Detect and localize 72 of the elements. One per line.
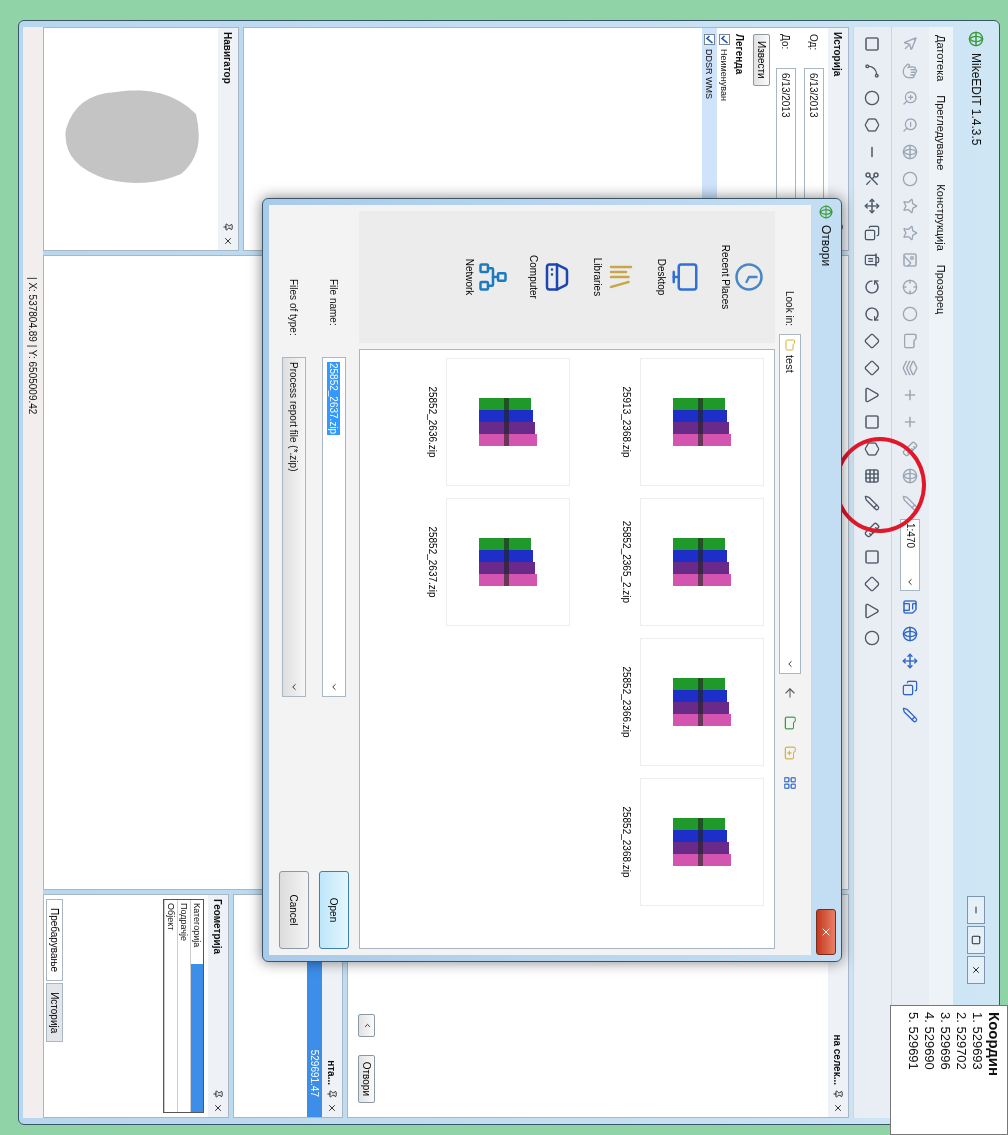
close-icon[interactable] xyxy=(327,1103,337,1113)
caret-icon xyxy=(329,682,339,692)
pin-icon[interactable] xyxy=(223,222,233,232)
place-item[interactable]: Network xyxy=(463,252,509,302)
clock-icon xyxy=(734,262,764,292)
maximize-button[interactable] xyxy=(967,926,985,954)
pin-icon[interactable] xyxy=(327,1089,337,1099)
coordinate-line: 2. 529702 xyxy=(954,1012,969,1072)
panel-tab[interactable]: Пребарување xyxy=(46,899,63,982)
look-in-dropdown[interactable]: test xyxy=(779,334,801,675)
archive-books-icon xyxy=(671,396,733,448)
place-item[interactable]: Recent Places xyxy=(719,238,765,316)
report-button[interactable]: Извести xyxy=(753,34,770,86)
field-label: Од: xyxy=(808,34,820,53)
folder-icon xyxy=(784,339,796,352)
menu-item[interactable]: Конструкција xyxy=(935,184,947,251)
place-item[interactable]: Libraries xyxy=(591,251,637,303)
close-icon[interactable] xyxy=(833,1103,843,1113)
cursor-coordinates: | X: 537804.89 | Y: 6505009.42 xyxy=(27,277,39,415)
caret-icon xyxy=(785,659,795,670)
pin-icon[interactable] xyxy=(833,1089,843,1099)
layer-name: Неименуван xyxy=(719,49,730,101)
file-type-label: Files of type: xyxy=(288,279,300,338)
scale-dropdown[interactable]: 1:470 xyxy=(900,519,921,591)
archive-books-icon xyxy=(671,536,733,588)
caret-icon xyxy=(289,682,299,692)
close-icon[interactable] xyxy=(213,1103,223,1113)
close-button[interactable] xyxy=(967,956,985,984)
panel-tab[interactable]: Историја xyxy=(46,983,63,1043)
cancel-button[interactable]: Cancel xyxy=(279,871,309,949)
window-title: MikeEDIT 1.4.3.5 xyxy=(969,53,983,146)
panel-title: Историја xyxy=(832,32,844,79)
field-label: До: xyxy=(780,34,792,52)
pin-icon[interactable] xyxy=(213,1089,223,1099)
file-name-label: File name: xyxy=(328,279,340,328)
app-icon xyxy=(819,205,833,219)
close-icon xyxy=(820,926,832,938)
panel-title: на селек... xyxy=(832,1034,844,1085)
popup-title: Координ xyxy=(986,1012,1003,1079)
menu-item[interactable]: Прегледување xyxy=(935,95,947,171)
close-icon[interactable] xyxy=(223,236,233,246)
layer-name: DDSR WMS xyxy=(704,49,715,99)
panel-title: нта... xyxy=(326,1060,338,1085)
coordinate-line: 4. 529690 xyxy=(922,1012,937,1072)
file-type-dropdown[interactable]: Process report file (*.zip) xyxy=(282,357,306,697)
look-in-label: Look in: xyxy=(784,291,796,327)
monitor-icon xyxy=(670,262,700,292)
coordinate-line: 3. 529696 xyxy=(938,1012,953,1072)
archive-books-icon xyxy=(671,676,733,728)
place-item[interactable]: Desktop xyxy=(655,252,701,302)
panel-title: Геометрија xyxy=(212,899,224,957)
minimize-button[interactable] xyxy=(967,896,985,924)
close-icon xyxy=(971,965,981,975)
open-button[interactable]: Open xyxy=(319,871,349,949)
close-button[interactable] xyxy=(816,909,836,955)
archive-books-icon xyxy=(477,396,539,448)
back-button[interactable] xyxy=(358,1013,375,1037)
legend-title: Легенда xyxy=(733,33,746,77)
place-item[interactable]: Computer xyxy=(527,249,573,305)
archive-books-icon xyxy=(671,816,733,868)
coordinate-line: 1. 529693 xyxy=(970,1012,985,1072)
checkbox[interactable] xyxy=(719,34,730,45)
archive-books-icon xyxy=(477,536,539,588)
menu-item[interactable]: Прозорец xyxy=(935,264,947,315)
network-icon xyxy=(478,262,508,292)
coordinate-line: 5. 529691 xyxy=(906,1012,921,1072)
maximize-icon xyxy=(971,935,981,945)
menu-item[interactable]: Датотека xyxy=(935,35,947,82)
open-button[interactable]: Отвори xyxy=(358,1054,375,1103)
checkbox[interactable] xyxy=(704,34,715,45)
panel-title: Навигатор xyxy=(222,32,234,86)
app-icon xyxy=(968,31,984,47)
